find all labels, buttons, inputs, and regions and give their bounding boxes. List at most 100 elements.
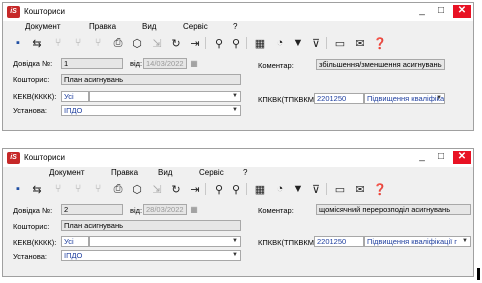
chevron-down-icon: ▼ bbox=[462, 238, 468, 244]
help-icon[interactable]: ❓ bbox=[373, 182, 387, 196]
comment-field[interactable]: збільшення/зменшення асигнувань bbox=[316, 59, 445, 70]
dovidka-field[interactable]: 2 bbox=[61, 204, 123, 215]
branch-disabled-icon[interactable]: ⑂ bbox=[51, 36, 65, 50]
kekv-dropdown[interactable]: ▼ bbox=[89, 236, 241, 247]
exit-icon[interactable]: ⇥ bbox=[188, 36, 202, 50]
dovidka-label: Довідка №: bbox=[13, 59, 53, 68]
exit-icon[interactable]: ⇥ bbox=[188, 182, 202, 196]
menu-service[interactable]: Сервіс bbox=[183, 22, 208, 31]
search-icon[interactable]: ⚲ bbox=[212, 182, 226, 196]
chevron-down-icon: ▼ bbox=[232, 93, 238, 99]
kekv-field[interactable]: Усі bbox=[61, 236, 89, 247]
date-field[interactable]: 28/03/2022 bbox=[143, 204, 187, 215]
koshtorys-label: Кошторис: bbox=[13, 222, 50, 231]
toolbar-separator bbox=[205, 37, 206, 49]
minimize-button[interactable]: _ bbox=[413, 151, 431, 164]
filter-icon[interactable]: ▼ bbox=[291, 182, 305, 196]
ustanova-dropdown[interactable]: ІПДО ▼ bbox=[61, 250, 241, 261]
close-button[interactable]: ✕ bbox=[453, 5, 471, 18]
search-icon[interactable]: ⚲ bbox=[212, 36, 226, 50]
menu-view[interactable]: Вид bbox=[158, 168, 172, 177]
branch-disabled-icon[interactable]: ⑂ bbox=[91, 36, 105, 50]
toolbar: ▪ ⇆ ⑂ ⑂ ⑂ ⎙ ⬡ ⇲ ↻ ⇥ ⚲ ⚲ ▦ ◔ ▼ ⊽ ▭ ✉ ❓ bbox=[3, 34, 473, 52]
window-title: Кошториси bbox=[24, 153, 65, 162]
maximize-button[interactable]: □ bbox=[432, 5, 450, 18]
chain-icon[interactable]: ⇆ bbox=[30, 182, 44, 196]
branch-disabled-icon[interactable]: ⑂ bbox=[71, 182, 85, 196]
koshtorys-field[interactable]: План асигнувань bbox=[61, 74, 241, 85]
mail-icon[interactable]: ✉ bbox=[353, 36, 367, 50]
window-1: iS Кошториси _ □ ✕ Документ Правка Вид С… bbox=[2, 2, 474, 131]
menu-document[interactable]: Документ bbox=[49, 168, 85, 177]
date-field[interactable]: 14/03/2022 bbox=[143, 58, 187, 69]
help-icon[interactable]: ❓ bbox=[373, 36, 387, 50]
kekv-dropdown[interactable]: ▼ bbox=[89, 91, 241, 102]
title-bar[interactable]: iS Кошториси _ □ ✕ bbox=[3, 149, 473, 167]
package-icon[interactable]: ⬡ bbox=[130, 36, 144, 50]
package-icon[interactable]: ⬡ bbox=[130, 182, 144, 196]
toolbar: ▪ ⇆ ⑂ ⑂ ⑂ ⎙ ⬡ ⇲ ↻ ⇥ ⚲ ⚲ ▦ ◔ ▼ ⊽ ▭ ✉ ❓ bbox=[3, 180, 473, 198]
mail-icon[interactable]: ✉ bbox=[353, 182, 367, 196]
import-disabled-icon[interactable]: ⇲ bbox=[150, 182, 164, 196]
refresh-icon[interactable]: ↻ bbox=[169, 182, 183, 196]
dovidka-label: Довідка №: bbox=[13, 206, 53, 215]
maximize-button[interactable]: □ bbox=[432, 151, 450, 164]
grid-icon[interactable]: ▦ bbox=[253, 36, 267, 50]
window-title: Кошториси bbox=[24, 7, 65, 16]
text-cursor-mark bbox=[477, 268, 480, 280]
comment-label: Коментар: bbox=[258, 61, 294, 70]
menu-service[interactable]: Сервіс bbox=[199, 168, 224, 177]
toolbar-separator bbox=[326, 37, 327, 49]
kpkvk-code-field[interactable]: 2201250 bbox=[314, 236, 364, 247]
branch-disabled-icon[interactable]: ⑂ bbox=[71, 36, 85, 50]
kpkvk-name-text: Підвищення кваліфікації г bbox=[367, 94, 445, 103]
toolbar-separator bbox=[246, 37, 247, 49]
dovidka-field[interactable]: 1 bbox=[61, 58, 123, 69]
calendar-picker-icon[interactable]: ▦ bbox=[189, 204, 199, 215]
document-icon[interactable]: ▭ bbox=[333, 182, 347, 196]
save-icon[interactable]: ▪ bbox=[11, 36, 25, 50]
calendar-icon[interactable]: ◔ bbox=[273, 182, 287, 196]
calendar-icon[interactable]: ◔ bbox=[273, 36, 287, 50]
ustanova-dropdown[interactable]: ІПДО ▼ bbox=[61, 105, 241, 116]
import-disabled-icon[interactable]: ⇲ bbox=[150, 36, 164, 50]
menu-bar: Документ Правка Вид Сервіс ? bbox=[3, 167, 473, 179]
menu-edit[interactable]: Правка bbox=[111, 168, 138, 177]
kpkvk-name-dropdown[interactable]: Підвищення кваліфікації г▼ bbox=[364, 236, 471, 247]
filter-clear-icon[interactable]: ⊽ bbox=[309, 36, 323, 50]
title-bar[interactable]: iS Кошториси _ □ ✕ bbox=[3, 3, 473, 21]
branch-disabled-icon[interactable]: ⑂ bbox=[91, 182, 105, 196]
comment-label: Коментар: bbox=[258, 206, 294, 215]
menu-help[interactable]: ? bbox=[243, 168, 247, 177]
document-icon[interactable]: ▭ bbox=[333, 36, 347, 50]
grid-icon[interactable]: ▦ bbox=[253, 182, 267, 196]
menu-help[interactable]: ? bbox=[233, 22, 237, 31]
ustanova-value: ІПДО bbox=[64, 106, 83, 115]
koshtorys-field[interactable]: План асигнувань bbox=[61, 220, 241, 231]
print-icon[interactable]: ⎙ bbox=[111, 36, 125, 50]
branch-disabled-icon[interactable]: ⑂ bbox=[51, 182, 65, 196]
ustanova-label: Установа: bbox=[13, 252, 48, 261]
menu-view[interactable]: Вид bbox=[142, 22, 156, 31]
filter-clear-icon[interactable]: ⊽ bbox=[309, 182, 323, 196]
minimize-button[interactable]: _ bbox=[413, 5, 431, 18]
refresh-icon[interactable]: ↻ bbox=[169, 36, 183, 50]
save-icon[interactable]: ▪ bbox=[11, 182, 25, 196]
calendar-picker-icon[interactable]: ▦ bbox=[189, 58, 199, 69]
kpkvk-name-dropdown[interactable]: Підвищення кваліфікації г▼ bbox=[364, 93, 445, 104]
search-next-icon[interactable]: ⚲ bbox=[229, 36, 243, 50]
print-icon[interactable]: ⎙ bbox=[111, 182, 125, 196]
ustanova-label: Установа: bbox=[13, 106, 48, 115]
chevron-down-icon: ▼ bbox=[232, 107, 238, 113]
close-button[interactable]: ✕ bbox=[453, 151, 471, 164]
kpkvk-code-field[interactable]: 2201250 bbox=[314, 93, 364, 104]
kekv-field[interactable]: Усі bbox=[61, 91, 89, 102]
comment-field[interactable]: щомісячний перерозподіл асигнувань bbox=[316, 204, 471, 215]
chevron-down-icon: ▼ bbox=[232, 252, 238, 258]
menu-document[interactable]: Документ bbox=[25, 22, 61, 31]
search-next-icon[interactable]: ⚲ bbox=[229, 182, 243, 196]
chain-icon[interactable]: ⇆ bbox=[30, 36, 44, 50]
toolbar-separator bbox=[326, 183, 327, 195]
menu-edit[interactable]: Правка bbox=[89, 22, 116, 31]
filter-icon[interactable]: ▼ bbox=[291, 36, 305, 50]
